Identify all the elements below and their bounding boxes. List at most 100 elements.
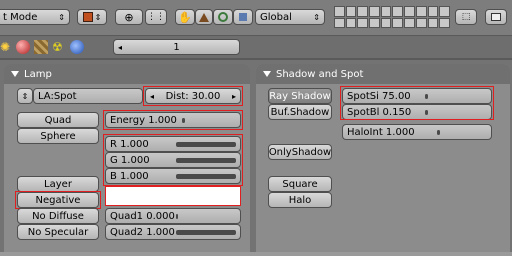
spotbl-slider[interactable]: SpotBl 0.150 xyxy=(342,104,492,120)
chevron-right-icon: ▸ xyxy=(231,91,236,101)
energy-label: Energy 1.000 xyxy=(110,114,177,126)
lamp-panel-header[interactable]: Lamp xyxy=(4,64,250,84)
no-diffuse-button[interactable]: No Diffuse xyxy=(17,208,99,224)
orientation-select[interactable]: Global ⇕ xyxy=(255,9,325,25)
r-label: R 1.000 xyxy=(110,138,149,150)
world-context-icon[interactable] xyxy=(70,40,84,54)
g-slider-fill xyxy=(176,158,236,163)
square-icon xyxy=(239,13,247,21)
square-button[interactable]: Square xyxy=(268,176,332,192)
shadow-panel-title: Shadow and Spot xyxy=(276,68,364,80)
pivot-button[interactable]: ⋮⋮ xyxy=(145,9,167,25)
scale-tool-button[interactable] xyxy=(213,9,233,25)
halo-button[interactable]: Halo xyxy=(268,192,332,208)
layer-cell[interactable] xyxy=(427,17,439,28)
dist-label: Dist: 30.00 xyxy=(165,90,221,102)
lamp-browse-button[interactable]: ⇕ xyxy=(17,88,33,104)
radiosity-context-icon[interactable]: ☢ xyxy=(52,39,66,55)
layer-label: Layer xyxy=(44,178,72,190)
layer-cell[interactable] xyxy=(415,17,427,28)
negative-button[interactable]: Negative xyxy=(17,192,99,208)
quad-label: Quad xyxy=(44,114,72,126)
layer-cell[interactable] xyxy=(345,17,357,28)
material-context-icon[interactable] xyxy=(16,40,30,54)
no-diffuse-label: No Diffuse xyxy=(32,210,84,222)
lamp-name-field[interactable]: LA:Spot xyxy=(33,88,143,104)
ray-shadow-button[interactable]: Ray Shadow xyxy=(268,88,332,104)
bottom-scrollbar[interactable] xyxy=(0,252,512,256)
spotbl-label: SpotBl 0.150 xyxy=(347,106,412,118)
layer-cell[interactable] xyxy=(380,17,392,28)
collapse-triangle-icon[interactable] xyxy=(11,71,19,77)
buf-shadow-button[interactable]: Buf.Shadow xyxy=(268,104,332,120)
hand-tool-button[interactable]: ✋ xyxy=(175,9,195,25)
orientation-label: Global xyxy=(260,11,292,23)
shadow-panel-header[interactable]: Shadow and Spot xyxy=(256,64,510,84)
frame-stepper[interactable]: ◂ 1 xyxy=(113,39,240,55)
mode-select[interactable]: t Mode ⇕ xyxy=(0,9,70,25)
r-slider-fill xyxy=(176,142,236,147)
lock-button[interactable]: ⬚ xyxy=(455,9,477,25)
layer-cell[interactable] xyxy=(357,6,369,17)
layer-cell[interactable] xyxy=(439,17,450,28)
object-menu-button[interactable]: ⇕ xyxy=(77,9,107,25)
sphere-button[interactable]: Sphere xyxy=(17,128,99,144)
rotate-tool-button[interactable] xyxy=(195,9,213,25)
layer-cell[interactable] xyxy=(392,6,404,17)
r-slider[interactable]: R 1.000 xyxy=(105,136,241,152)
mode-label: t Mode xyxy=(3,11,38,23)
layer-cell[interactable] xyxy=(427,6,439,17)
context-bar: ✺ ☢ ◂ 1 xyxy=(0,36,512,58)
only-shadow-button[interactable]: OnlyShadow xyxy=(268,144,332,160)
haloint-slider-track xyxy=(437,130,440,135)
hand-icon: ✋ xyxy=(178,10,192,24)
no-specular-button[interactable]: No Specular xyxy=(17,224,99,240)
b-slider[interactable]: B 1.000 xyxy=(105,168,241,184)
layer-cell[interactable] xyxy=(392,17,404,28)
collapse-triangle-icon[interactable] xyxy=(263,71,271,77)
layer-cell[interactable] xyxy=(334,6,345,17)
layer-cell[interactable] xyxy=(334,17,345,28)
layer-buttons[interactable] xyxy=(334,6,450,28)
color-swatch[interactable] xyxy=(105,186,241,206)
quad1-slider[interactable]: Quad1 0.000 xyxy=(105,208,241,224)
quad-button[interactable]: Quad xyxy=(17,112,99,128)
haloint-slider[interactable]: HaloInt 1.000 xyxy=(342,124,492,140)
no-specular-label: No Specular xyxy=(27,226,89,238)
g-label: G 1.000 xyxy=(110,154,150,166)
quad2-slider-fill xyxy=(176,230,236,235)
render-view-button[interactable] xyxy=(485,9,507,25)
sphere-label: Sphere xyxy=(40,130,76,142)
buf-shadow-label: Buf.Shadow xyxy=(270,106,330,118)
updown-icon: ⇕ xyxy=(58,12,65,22)
only-shadow-label: OnlyShadow xyxy=(268,146,332,158)
texture-context-icon[interactable] xyxy=(34,40,48,54)
image-icon xyxy=(491,13,501,21)
layer-button[interactable]: Layer xyxy=(17,176,99,192)
layer-cell[interactable] xyxy=(369,6,380,17)
layer-cell[interactable] xyxy=(415,6,427,17)
quad1-label: Quad1 0.000 xyxy=(110,210,175,222)
transform-tool-button[interactable] xyxy=(233,9,253,25)
layer-cell[interactable] xyxy=(369,17,380,28)
energy-slider[interactable]: Energy 1.000 xyxy=(105,112,241,128)
negative-label: Negative xyxy=(35,194,81,206)
cube-icon xyxy=(82,12,93,22)
lock-icon: ⬚ xyxy=(461,12,471,22)
chevron-left-icon[interactable]: ◂ xyxy=(118,43,122,52)
layer-cell[interactable] xyxy=(404,17,415,28)
quad2-slider[interactable]: Quad2 1.000 xyxy=(105,224,241,240)
layer-cell[interactable] xyxy=(380,6,392,17)
dist-field[interactable]: ◂ Dist: 30.00 ▸ xyxy=(145,88,241,104)
lamp-context-icon[interactable]: ✺ xyxy=(0,39,14,55)
layer-cell[interactable] xyxy=(404,6,415,17)
lamp-panel-title: Lamp xyxy=(24,68,52,80)
layer-cell[interactable] xyxy=(357,17,369,28)
grid-dots-icon: ⋮⋮ xyxy=(147,12,165,22)
draw-icon: ⊕ xyxy=(124,10,134,24)
layer-cell[interactable] xyxy=(345,6,357,17)
layer-cell[interactable] xyxy=(439,6,450,17)
g-slider[interactable]: G 1.000 xyxy=(105,152,241,168)
spotsi-slider[interactable]: SpotSi 75.00 xyxy=(342,88,492,104)
draw-type-button[interactable]: ⊕ xyxy=(115,9,143,25)
